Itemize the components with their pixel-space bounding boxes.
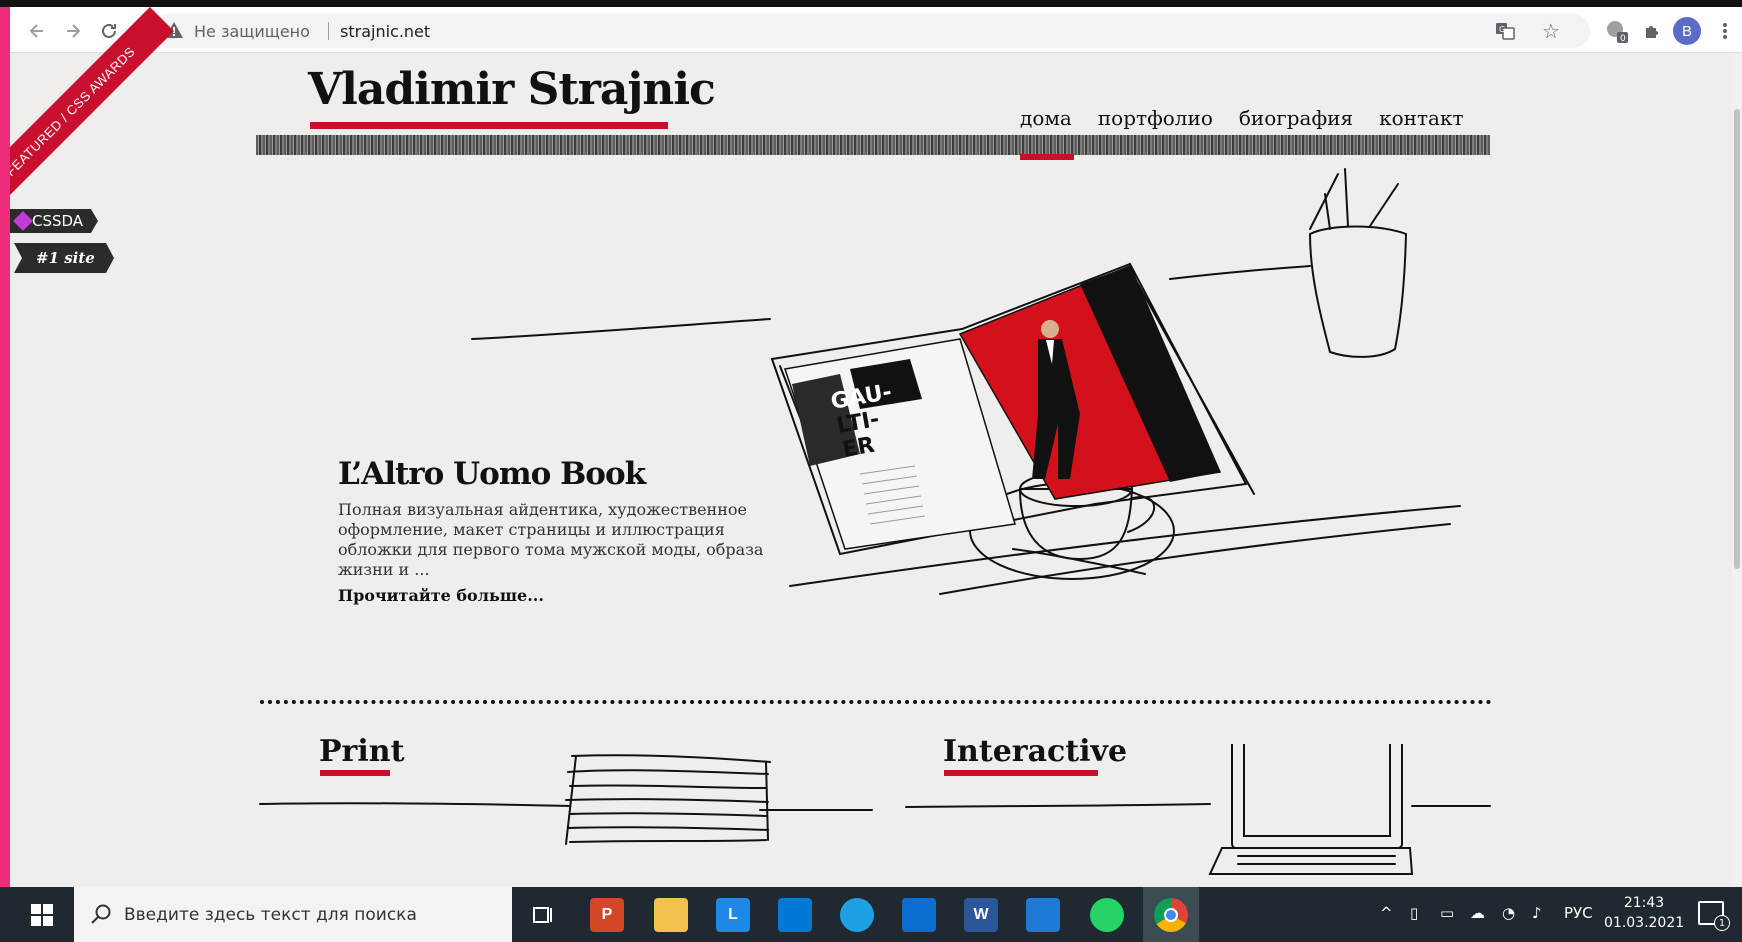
mail-icon[interactable] [902, 898, 936, 932]
chrome-icon[interactable] [1154, 898, 1188, 932]
taskbar-search[interactable]: Введите здесь текст для поиска [74, 887, 512, 942]
table-line-right [1169, 265, 1311, 280]
scrollbar-thumb[interactable] [1734, 109, 1740, 569]
table-line-left [471, 318, 771, 340]
hero-description: Полная визуальная айдентика, художествен… [338, 500, 764, 579]
notification-count: 1 [1714, 915, 1730, 931]
extension-badge-icon[interactable]: 0 [1602, 16, 1632, 46]
url-text[interactable]: strajnic.net [340, 22, 430, 41]
nav-item-contact[interactable]: контакт [1379, 106, 1463, 130]
store-icon[interactable] [778, 898, 812, 932]
coffee-cup [1018, 488, 1134, 561]
web-page: FEATURED / CSS AWARDS CSSDA #1 site Vlad… [10, 7, 1742, 894]
lingvo-icon[interactable]: L [716, 898, 750, 932]
extensions-puzzle-icon[interactable] [1638, 16, 1668, 46]
translate-icon[interactable]: G [1494, 20, 1516, 47]
search-icon [91, 904, 111, 924]
security-label[interactable]: Не защищено [194, 22, 310, 41]
back-icon[interactable] [22, 16, 52, 46]
tray-expand-icon[interactable]: ^ [1380, 904, 1393, 922]
profile-avatar[interactable]: B [1673, 17, 1701, 45]
print-table-line [259, 802, 873, 811]
search-placeholder: Введите здесь текст для поиска [124, 905, 417, 925]
file-explorer-icon[interactable] [654, 898, 688, 932]
laptop-icon [1208, 744, 1414, 875]
task-view-icon[interactable] [526, 898, 560, 932]
paper-stack-icon [565, 754, 771, 845]
section-divider [260, 700, 1492, 704]
hero-illustration: GAU- LTI- ER [471, 168, 1461, 595]
edge-icon[interactable] [840, 898, 874, 932]
windows-logo-icon [31, 903, 53, 926]
language-indicator[interactable]: РУС [1564, 904, 1593, 922]
pencil-3 [1369, 183, 1399, 227]
menu-kebab-icon[interactable] [1710, 16, 1740, 46]
bookmark-star-icon[interactable]: ☆ [1542, 19, 1560, 44]
browser-window: Не защищено strajnic.net G ☆ 0 B FEATURE… [10, 7, 1742, 942]
windows-taskbar: Введите здесь текст для поиска P L W ^ ▯… [0, 887, 1742, 942]
read-more-link[interactable]: Прочитайте больше... [338, 586, 544, 605]
nav-item-biography[interactable]: биография [1239, 106, 1353, 130]
powerpoint-icon[interactable]: P [590, 898, 624, 932]
photos-icon[interactable] [1026, 898, 1060, 932]
whatsapp-icon[interactable] [1090, 898, 1124, 932]
forward-icon[interactable] [58, 16, 88, 46]
nav-item-portfolio[interactable]: портфолио [1098, 106, 1213, 130]
start-button[interactable] [10, 887, 74, 942]
screen-top-edge [0, 0, 1742, 7]
notifications-icon[interactable]: 1 [1698, 901, 1730, 931]
battery-icon[interactable]: ▭ [1440, 904, 1454, 922]
address-bar[interactable]: Не защищено strajnic.net G ☆ [150, 14, 1590, 48]
clock-time: 21:43 [1623, 895, 1665, 911]
chrome-icon-center [1164, 908, 1178, 922]
hero-title[interactable]: L’Altro Uomo Book [338, 456, 646, 492]
header-texture-bar [256, 135, 1490, 155]
table-line-bottom-2 [939, 523, 1451, 595]
pencil-cup [1308, 225, 1408, 358]
word-icon[interactable]: W [964, 898, 998, 932]
pencil-2 [1344, 168, 1349, 227]
meet-now-icon[interactable]: ▯ [1410, 904, 1418, 922]
sections-illustration [259, 744, 1491, 875]
browser-toolbar: Не защищено strajnic.net G ☆ 0 B [10, 7, 1742, 53]
page-scrollbar[interactable] [1732, 54, 1742, 894]
svg-text:G: G [1499, 25, 1505, 34]
onedrive-icon[interactable]: ☁ [1470, 904, 1485, 922]
logo-underline [310, 122, 668, 129]
pencil-4 [1324, 193, 1331, 230]
magazine-right-page [958, 265, 1222, 500]
svg-text:0: 0 [1620, 34, 1626, 44]
clock-date: 01.03.2021 [1604, 915, 1685, 931]
address-divider [328, 22, 329, 40]
pencil-1 [1309, 173, 1339, 230]
nav-item-home[interactable]: дома [1020, 106, 1072, 130]
main-nav: дома портфолио биография контакт [1020, 106, 1464, 130]
volume-icon[interactable]: ♪ [1532, 904, 1542, 922]
system-clock[interactable]: 21:43 01.03.2021 [1604, 893, 1684, 933]
wifi-icon[interactable]: ◔ [1502, 904, 1515, 922]
site-logo[interactable]: Vladimir Strajnic [308, 64, 716, 115]
